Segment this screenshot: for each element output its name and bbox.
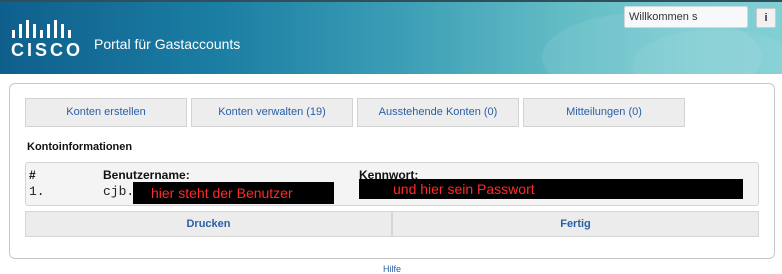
tab-pending-accounts[interactable]: Ausstehende Konten (0) (357, 98, 519, 127)
cisco-logo-icon: CISCO (10, 16, 84, 60)
cisco-bars-icon (12, 20, 71, 38)
username-redaction: hier steht der Benutzer (133, 182, 334, 204)
section-title: Kontoinformationen (27, 141, 133, 153)
column-username-header: Benutzername: (103, 168, 190, 182)
help-link[interactable]: Hilfe (383, 264, 401, 274)
tab-manage-accounts[interactable]: Konten verwalten (19) (191, 98, 353, 127)
done-button[interactable]: Fertig (392, 211, 759, 237)
tab-create-accounts[interactable]: Konten erstellen (25, 98, 187, 127)
welcome-field[interactable]: Willkommen s (624, 6, 748, 28)
row-number: 1. (29, 184, 45, 199)
column-number-header: # (29, 168, 36, 182)
print-button[interactable]: Drucken (25, 211, 392, 237)
cisco-logo-text: CISCO (11, 40, 84, 60)
username-value: cjb. (103, 184, 135, 199)
tab-notifications[interactable]: Mitteilungen (0) (523, 98, 685, 127)
info-icon[interactable]: i (756, 8, 776, 28)
password-redaction: und hier sein Passwort (359, 179, 743, 199)
page-title: Portal für Gastaccounts (94, 36, 241, 52)
